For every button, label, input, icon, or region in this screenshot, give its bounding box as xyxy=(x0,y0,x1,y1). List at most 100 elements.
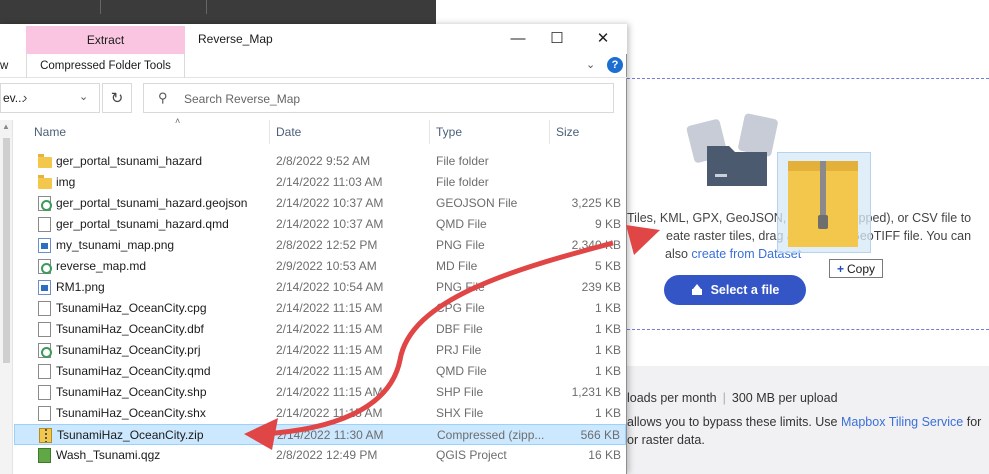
file-date: 2/14/2022 10:54 AM xyxy=(276,280,384,294)
select-file-button[interactable]: Select a file xyxy=(664,275,806,305)
tab-extract[interactable]: Extract xyxy=(26,26,185,54)
chevron-down-icon[interactable]: ⌄ xyxy=(79,90,88,103)
file-row[interactable]: my_tsunami_map.png 2/8/2022 12:52 PM PNG F… xyxy=(14,235,626,256)
dragged-zip-ghost xyxy=(777,152,871,253)
file-date: 2/14/2022 11:15 AM xyxy=(276,364,383,378)
zip-file-icon xyxy=(788,161,858,247)
file-name: ger_portal_tsunami_hazard.qmd xyxy=(56,217,229,231)
search-box[interactable]: ⚲ Search Reverse_Map xyxy=(143,83,614,113)
file-row[interactable]: TsunamiHaz_OceanCity.prj 2/14/2022 11:15 … xyxy=(14,340,626,361)
limits-line: loads per month | 300 MB per upload xyxy=(627,391,838,405)
column-header-type[interactable]: Type xyxy=(430,120,550,144)
address-bar[interactable]: ev... › ⌄ xyxy=(0,83,100,113)
file-row[interactable]: ger_portal_tsunami_hazard.geojson 2/14/20… xyxy=(14,193,626,214)
file-type: File folder xyxy=(436,154,489,168)
file-size: 566 KB xyxy=(580,428,620,442)
file-date: 2/14/2022 11:15 AM xyxy=(276,322,383,336)
file-type: GEOJSON File xyxy=(436,196,518,210)
file-date: 2/8/2022 9:52 AM xyxy=(276,154,371,168)
refresh-button[interactable]: ↻ xyxy=(102,83,132,113)
file-row[interactable]: img 2/14/2022 11:03 AM File folder xyxy=(14,172,626,193)
qgis-file-icon xyxy=(38,448,51,463)
chevron-right-icon: › xyxy=(23,90,28,105)
png-file-icon xyxy=(38,280,51,295)
file-date: 2/14/2022 10:37 AM xyxy=(276,217,384,231)
navigation-pane-scrollbar[interactable]: ▲ xyxy=(0,120,13,474)
file-date: 2/8/2022 12:49 PM xyxy=(276,448,378,462)
file-size: 16 KB xyxy=(588,448,621,462)
file-name: TsunamiHaz_OceanCity.dbf xyxy=(56,322,204,336)
file-type: File folder xyxy=(436,175,489,189)
file-size: 1 KB xyxy=(594,301,621,315)
file-type: CPG File xyxy=(436,301,485,315)
file-row[interactable]: TsunamiHaz_OceanCity.cpg 2/14/2022 11:15 … xyxy=(14,298,626,319)
file-row[interactable]: reverse_map.md 2/9/2022 10:53 AM MD File 5 … xyxy=(14,256,626,277)
file-size: 1,231 KB xyxy=(571,385,621,399)
ribbon-collapse-chevron-icon[interactable]: ⌄ xyxy=(586,58,595,71)
file-row[interactable]: ger_portal_tsunami_hazard 2/8/2022 9:52 A… xyxy=(14,151,626,172)
zip-file-icon xyxy=(39,428,52,443)
compressed-folder-tools-label: Compressed Folder Tools xyxy=(26,54,185,78)
document-icon xyxy=(38,364,51,379)
file-type: Compressed (zipp... xyxy=(437,428,545,442)
background-window-strip xyxy=(0,0,436,24)
file-name: TsunamiHaz_OceanCity.zip xyxy=(57,428,204,442)
file-size: 5 KB xyxy=(594,259,621,273)
close-button[interactable]: ✕ xyxy=(593,28,613,48)
file-type: MD File xyxy=(436,259,478,273)
file-name: ger_portal_tsunami_hazard.geojson xyxy=(56,196,248,210)
file-date: 2/14/2022 11:15 AM xyxy=(276,301,383,315)
folder-icon xyxy=(38,175,52,189)
file-row[interactable]: TsunamiHaz_OceanCity.qmd 2/14/2022 11:15 … xyxy=(14,361,626,382)
file-name: TsunamiHaz_OceanCity.shp xyxy=(56,385,207,399)
file-row[interactable]: TsunamiHaz_OceanCity.shx 2/14/2022 11:15 … xyxy=(14,403,626,424)
scroll-up-icon[interactable]: ▲ xyxy=(2,122,10,131)
file-type: PNG File xyxy=(436,280,485,294)
maximize-button[interactable]: ☐ xyxy=(547,28,567,48)
search-icon: ⚲ xyxy=(158,90,168,105)
file-row[interactable]: Wash_Tsunami.qgz 2/8/2022 12:49 PM QGIS Pr… xyxy=(14,445,626,466)
file-row[interactable]: TsunamiHaz_OceanCity.dbf 2/14/2022 11:15 … xyxy=(14,319,626,340)
copy-label: Copy xyxy=(847,261,876,276)
file-row[interactable]: TsunamiHaz_OceanCity.zip 2/14/2022 11:30 … xyxy=(14,424,626,445)
plus-icon: + xyxy=(836,261,844,276)
column-header-name[interactable]: Name ˄ xyxy=(28,116,270,144)
file-type: QMD File xyxy=(436,364,487,378)
file-row[interactable]: TsunamiHaz_OceanCity.shp 2/14/2022 11:15 … xyxy=(14,382,626,403)
file-name: ger_portal_tsunami_hazard xyxy=(56,154,203,168)
file-row[interactable]: ger_portal_tsunami_hazard.qmd 2/14/2022 1… xyxy=(14,214,626,235)
file-name: img xyxy=(56,175,76,189)
file-size: 239 KB xyxy=(581,280,621,294)
file-row[interactable]: RM1.png 2/14/2022 10:54 AM PNG File 239 KB xyxy=(14,277,626,298)
title-bar[interactable]: Extract Reverse_Map — ☐ ✕ xyxy=(0,24,627,54)
document-icon xyxy=(38,385,51,400)
file-size: 9 KB xyxy=(594,217,621,231)
file-size: 1 KB xyxy=(594,322,621,336)
mapbox-tiling-service-link[interactable]: Mapbox Tiling Service xyxy=(841,415,963,429)
raster-line: or raster data. xyxy=(627,433,705,447)
address-path: ev... xyxy=(3,91,25,105)
maximize-icon: ☐ xyxy=(550,30,564,47)
file-name: TsunamiHaz_OceanCity.cpg xyxy=(56,301,207,315)
file-date: 2/14/2022 11:15 AM xyxy=(276,343,383,357)
arrow-head-right xyxy=(626,225,660,255)
column-header-size[interactable]: Size xyxy=(550,120,627,144)
dropzone-bottom-border xyxy=(627,329,989,330)
document-icon xyxy=(38,217,51,232)
file-name: TsunamiHaz_OceanCity.qmd xyxy=(56,364,211,378)
sort-ascending-icon: ˄ xyxy=(175,116,181,126)
minimize-button[interactable]: — xyxy=(508,28,528,48)
column-header-date[interactable]: Date xyxy=(270,120,430,144)
document-icon xyxy=(38,406,51,421)
address-row: ev... › ⌄ ↻ ⚲ Search Reverse_Map xyxy=(0,78,627,120)
file-name: my_tsunami_map.png xyxy=(56,238,175,252)
file-explorer-window[interactable]: Extract Reverse_Map — ☐ ✕ w Compressed F… xyxy=(0,24,627,474)
refresh-icon: ↻ xyxy=(110,90,124,107)
ribbon-view-fragment[interactable]: w xyxy=(0,60,8,72)
file-date: 2/14/2022 11:03 AM xyxy=(276,175,383,189)
help-icon[interactable]: ? xyxy=(607,57,623,73)
file-date: 2/9/2022 10:53 AM xyxy=(276,259,377,273)
file-type: SHX File xyxy=(436,406,484,420)
png-file-icon xyxy=(38,238,51,253)
scroll-thumb[interactable] xyxy=(3,138,10,363)
